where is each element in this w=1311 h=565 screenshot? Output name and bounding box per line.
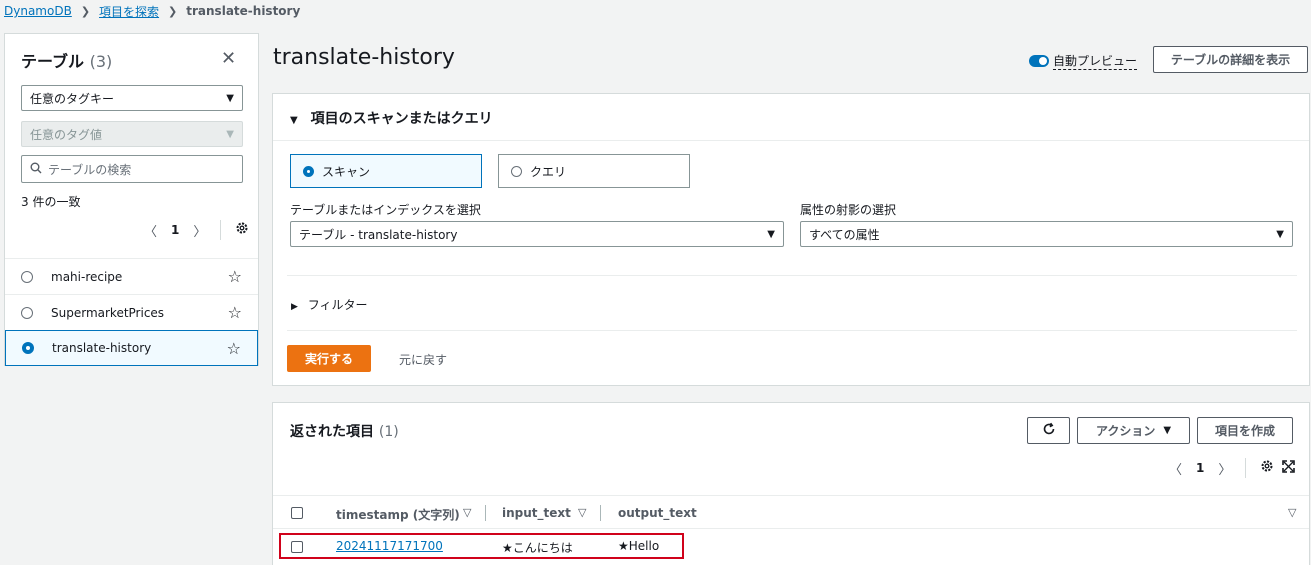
chevron-right-icon: ❯ [168, 4, 178, 18]
divider [220, 220, 222, 240]
sort-icon[interactable]: ▽ [463, 506, 471, 519]
reset-button[interactable]: 元に戻す [399, 351, 447, 368]
search-icon [30, 162, 42, 177]
tables-pagination: 〈 1 〉 [144, 220, 249, 240]
tag-value-select: 任意のタグ値 ▼ [21, 121, 243, 147]
tag-value-select-value: 任意のタグ値 [30, 127, 103, 142]
gear-icon[interactable] [235, 221, 249, 239]
filter-label: フィルター [307, 298, 368, 312]
chevron-right-icon[interactable]: 〉 [193, 221, 206, 240]
star-icon[interactable]: ☆ [228, 267, 242, 286]
breadcrumb: DynamoDB ❯ 項目を探索 ❯ translate-history [4, 3, 300, 19]
tables-title-text: テーブル [21, 52, 85, 71]
filter-expander[interactable]: ▶ フィルター [291, 296, 368, 313]
scan-query-title: ▼ 項目のスキャンまたはクエリ [290, 108, 493, 128]
sort-icon[interactable]: ▽ [1288, 506, 1296, 519]
table-name: translate-history [52, 341, 152, 355]
toggle-switch[interactable] [1029, 55, 1049, 67]
refresh-icon [1042, 422, 1056, 439]
column-header-output-text[interactable]: output_text [618, 506, 697, 520]
scan-query-panel: ▼ 項目のスキャンまたはクエリ スキャン クエリ テーブルまたはインデックスを選… [272, 93, 1310, 386]
radio-button-selected [303, 165, 314, 177]
table-index-select[interactable]: テーブル - translate-history ▼ [290, 221, 784, 247]
tables-count: (3) [89, 52, 113, 71]
breadcrumb-current: translate-history [186, 4, 301, 18]
sort-icon[interactable]: ▽ [578, 506, 586, 519]
star-icon[interactable]: ☆ [227, 339, 241, 358]
results-title: 返された項目 (1) [290, 421, 399, 441]
column-header-timestamp[interactable]: timestamp (文字列) [336, 506, 460, 523]
close-icon[interactable]: ✕ [221, 48, 236, 69]
column-separator [485, 505, 486, 521]
page-number[interactable]: 1 [171, 223, 179, 237]
table-index-label: テーブルまたはインデックスを選択 [290, 203, 481, 217]
results-pagination: 〈 1 〉 [1169, 458, 1296, 478]
page-number[interactable]: 1 [1196, 461, 1204, 475]
projection-value: すべての属性 [809, 227, 880, 242]
caret-right-icon: ▶ [291, 302, 298, 312]
divider [287, 275, 1297, 276]
actions-button-label: アクション [1095, 424, 1156, 438]
results-table-header: timestamp (文字列) ▽ input_text ▽ output_te… [273, 495, 1309, 529]
chevron-right-icon[interactable]: 〉 [1218, 459, 1231, 478]
table-item-translate-history[interactable]: translate-history ☆ [5, 330, 258, 366]
tables-panel-title: テーブル (3) [21, 48, 112, 72]
row-highlight-box [279, 533, 684, 559]
tag-key-select[interactable]: 任意のタグキー ▼ [21, 85, 243, 111]
chevron-left-icon[interactable]: 〈 [1169, 459, 1182, 478]
scan-option-label: スキャン [322, 164, 371, 179]
table-search-input[interactable]: テーブルの検索 [21, 155, 243, 183]
expand-icon[interactable] [1282, 459, 1296, 477]
table-name: mahi-recipe [51, 269, 123, 284]
chevron-right-icon: ❯ [80, 4, 91, 18]
scan-option[interactable]: スキャン [290, 154, 482, 188]
create-item-button[interactable]: 項目を作成 [1197, 417, 1293, 444]
page-title: translate-history [273, 45, 455, 70]
tag-key-select-value: 任意のタグキー [30, 91, 115, 106]
table-item-supermarketprices[interactable]: SupermarketPrices ☆ [5, 294, 258, 330]
table-name: SupermarketPrices [51, 305, 165, 320]
caret-down-icon: ▼ [1163, 425, 1172, 436]
caret-down-icon: ▼ [226, 92, 234, 104]
caret-down-icon: ▼ [226, 128, 234, 140]
run-button[interactable]: 実行する [287, 345, 371, 372]
chevron-left-icon[interactable]: 〈 [144, 221, 157, 240]
auto-preview-label: 自動プレビュー [1053, 54, 1138, 70]
column-header-input-text[interactable]: input_text [502, 506, 571, 520]
view-table-details-button[interactable]: テーブルの詳細を表示 [1153, 46, 1308, 73]
radio-button[interactable] [21, 306, 33, 319]
gear-icon[interactable] [1260, 459, 1274, 477]
refresh-button[interactable] [1027, 417, 1070, 444]
auto-preview-toggle[interactable]: 自動プレビュー [1029, 52, 1138, 70]
actions-button[interactable]: アクション ▼ [1077, 417, 1190, 444]
breadcrumb-explore-link[interactable]: 項目を探索 [99, 3, 159, 20]
table-item-mahi-recipe[interactable]: mahi-recipe ☆ [5, 258, 258, 294]
caret-down-icon: ▼ [1276, 228, 1284, 240]
radio-button[interactable] [21, 270, 33, 283]
query-option-label: クエリ [530, 164, 567, 179]
divider [1245, 458, 1247, 478]
column-separator [600, 505, 601, 521]
caret-down-icon: ▼ [767, 228, 775, 240]
table-list: mahi-recipe ☆ SupermarketPrices ☆ transl… [5, 258, 258, 366]
tables-panel: テーブル (3) ✕ 任意のタグキー ▼ 任意のタグ値 ▼ テーブルの検索 3 … [4, 33, 259, 366]
query-option[interactable]: クエリ [498, 154, 690, 188]
scan-query-title-text: 項目のスキャンまたはクエリ [310, 111, 493, 127]
projection-label: 属性の射影の選択 [800, 203, 897, 217]
table-search-placeholder: テーブルの検索 [48, 162, 132, 177]
scan-query-header[interactable]: ▼ 項目のスキャンまたはクエリ [273, 94, 1309, 141]
projection-select[interactable]: すべての属性 ▼ [800, 221, 1293, 247]
match-count: 3 件の一致 [21, 195, 81, 209]
select-all-checkbox[interactable] [291, 507, 303, 519]
results-count: (1) [378, 424, 399, 440]
divider [287, 330, 1297, 331]
caret-down-icon: ▼ [290, 115, 298, 126]
radio-button [511, 165, 522, 177]
star-icon[interactable]: ☆ [228, 303, 242, 322]
table-index-value: テーブル - translate-history [299, 227, 458, 242]
breadcrumb-dynamodb-link[interactable]: DynamoDB [4, 4, 72, 18]
radio-button-selected[interactable] [22, 342, 34, 354]
results-title-text: 返された項目 [290, 424, 374, 440]
